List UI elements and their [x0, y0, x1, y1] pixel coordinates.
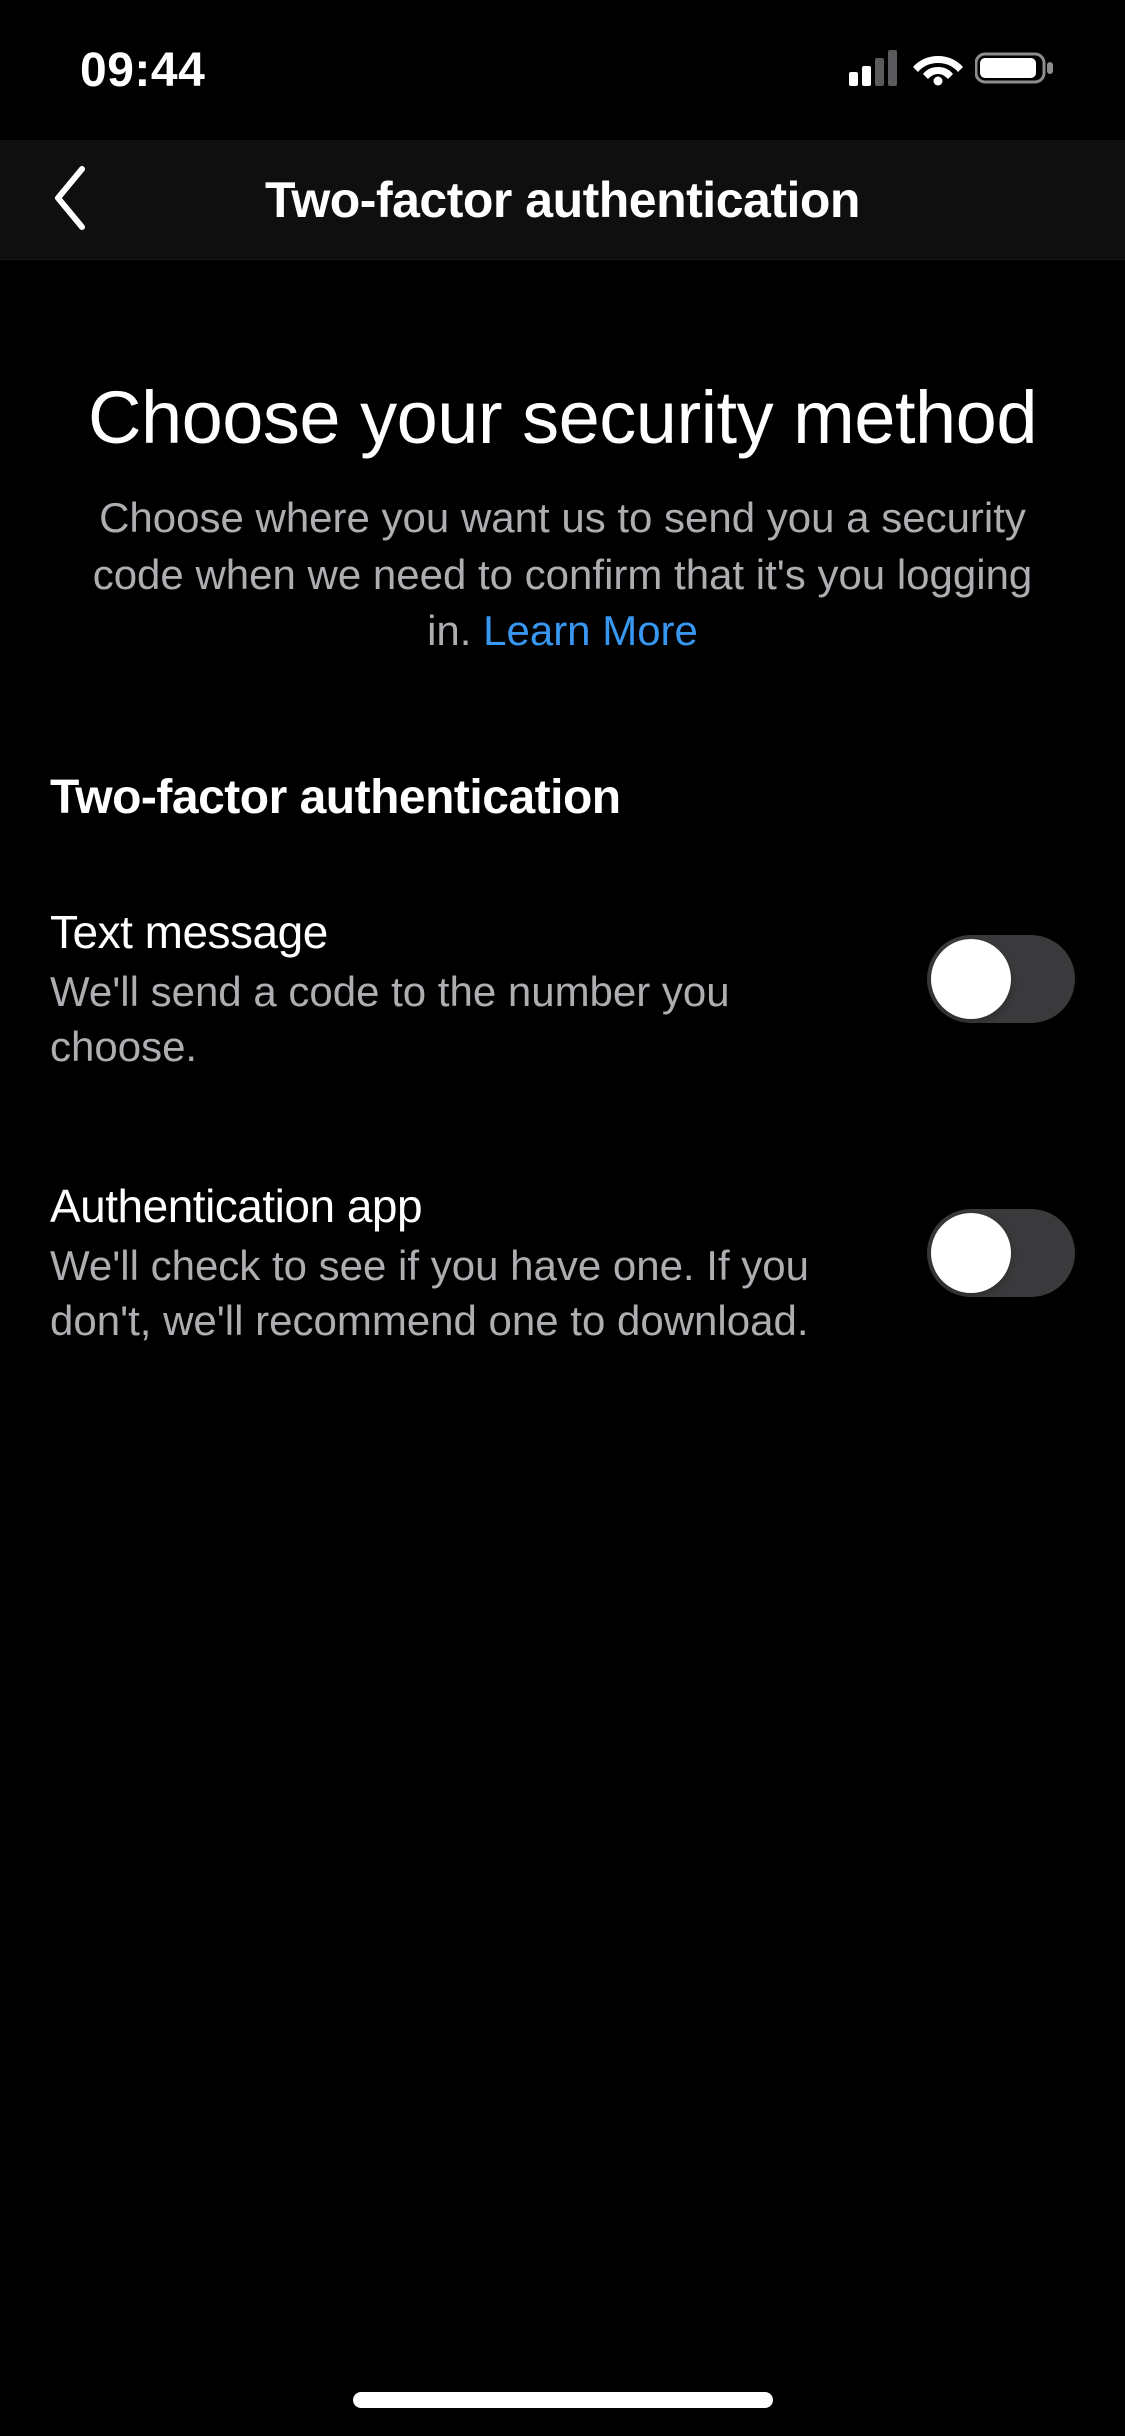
chevron-left-icon [50, 163, 90, 238]
cellular-signal-icon [849, 50, 901, 91]
back-button[interactable] [30, 140, 110, 260]
nav-bar: Two-factor authentication [0, 140, 1125, 260]
option-auth-app-subtitle: We'll check to see if you have one. If y… [50, 1239, 867, 1348]
option-auth-app-toggle-wrap [927, 1179, 1075, 1297]
content: Choose your security method Choose where… [0, 375, 1125, 1348]
option-auth-app: Authentication app We'll check to see if… [50, 1179, 1075, 1348]
auth-app-toggle[interactable] [927, 1209, 1075, 1297]
option-text-message-title: Text message [50, 905, 867, 959]
text-message-toggle[interactable] [927, 935, 1075, 1023]
option-text-message-subtitle: We'll send a code to the number you choo… [50, 965, 867, 1074]
home-indicator[interactable] [353, 2392, 773, 2408]
battery-icon [975, 50, 1055, 91]
option-text-message: Text message We'll send a code to the nu… [50, 905, 1075, 1074]
status-time: 09:44 [80, 43, 205, 98]
option-text-message-toggle-wrap [927, 905, 1075, 1023]
option-auth-app-title: Authentication app [50, 1179, 867, 1233]
status-right-indicators [849, 50, 1055, 91]
option-text-message-text: Text message We'll send a code to the nu… [50, 905, 927, 1074]
toggle-knob [931, 1213, 1011, 1293]
section-heading: Two-factor authentication [50, 770, 1075, 825]
wifi-icon [913, 50, 963, 91]
nav-title: Two-factor authentication [265, 171, 860, 229]
option-auth-app-text: Authentication app We'll check to see if… [50, 1179, 927, 1348]
learn-more-link[interactable]: Learn More [483, 607, 698, 654]
toggle-knob [931, 939, 1011, 1019]
hero-title: Choose your security method [50, 375, 1075, 460]
hero-subtitle: Choose where you want us to send you a s… [50, 490, 1075, 660]
status-bar: 09:44 [0, 0, 1125, 140]
